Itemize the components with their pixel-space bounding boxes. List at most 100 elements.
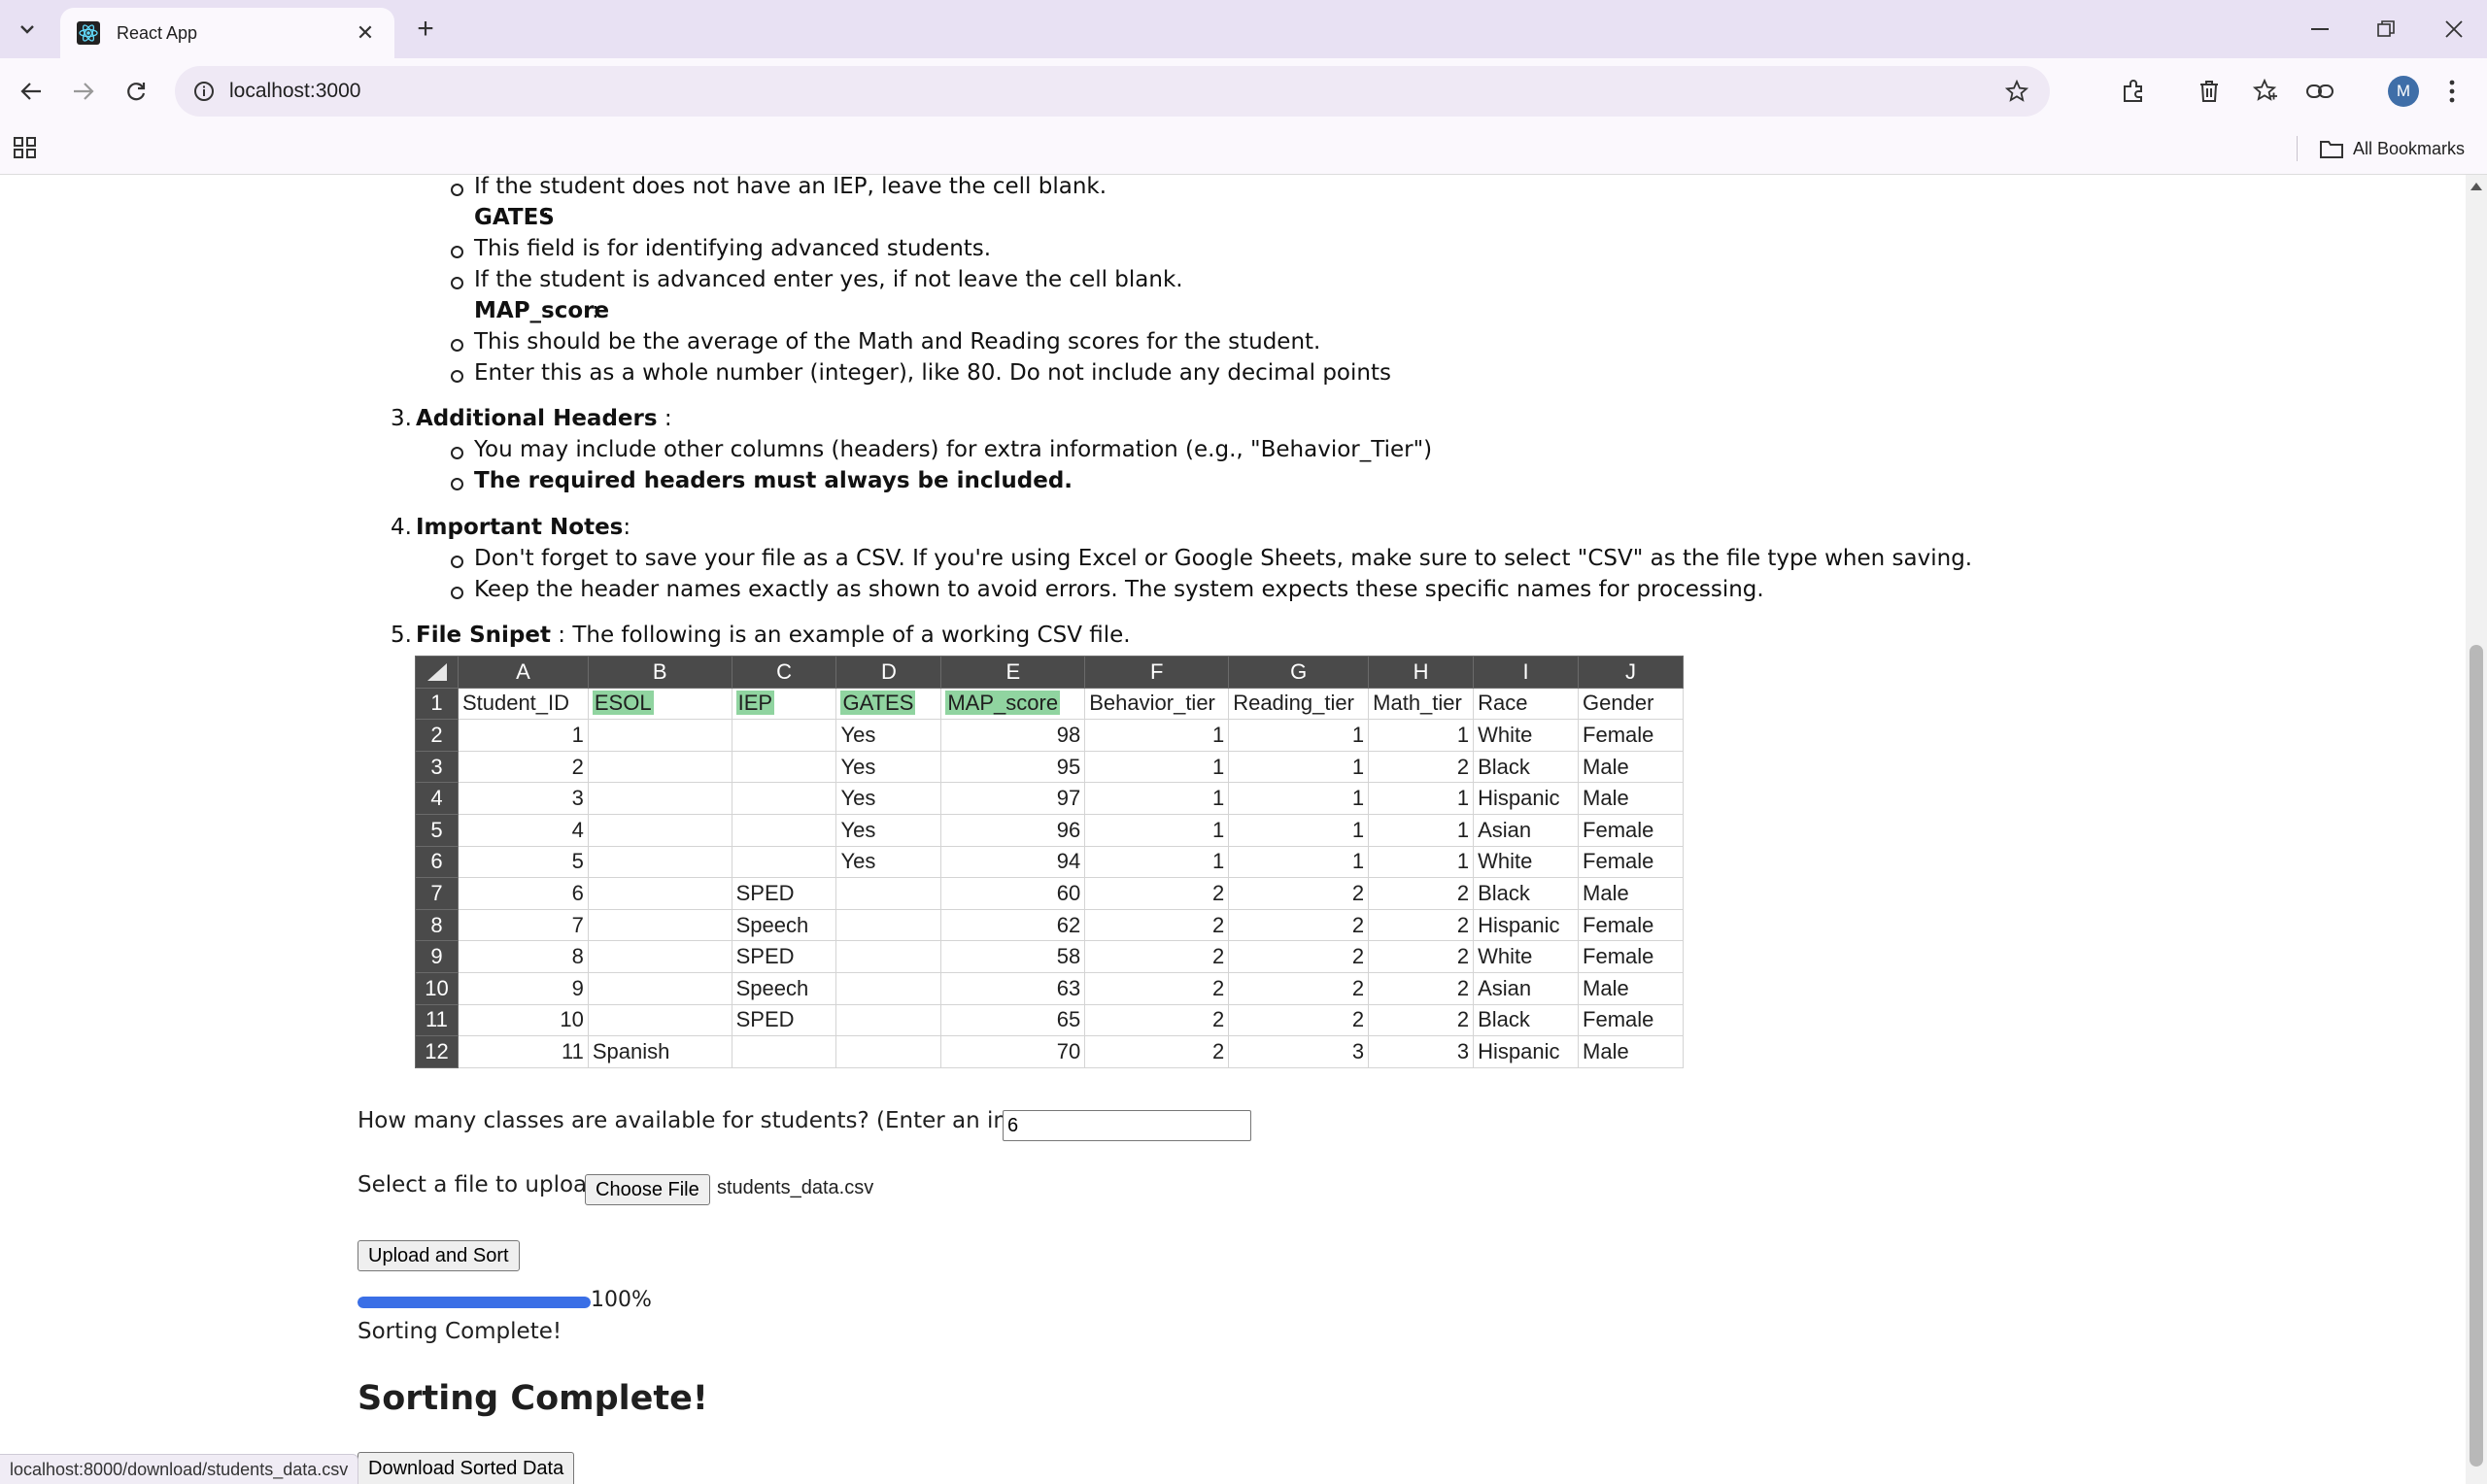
link-icon[interactable] (2300, 72, 2339, 111)
map-item-2: Enter this as a whole number (integer), … (474, 360, 1391, 386)
sheet-cell (835, 940, 942, 973)
sheet-cell: White (1473, 940, 1580, 973)
react-logo-icon (76, 20, 101, 46)
sheet-cell: 2 (1368, 971, 1475, 1005)
sheet-cell (731, 1035, 837, 1068)
csv-example-sheet: A B C D E F G H I J 1 Student_ID ESOL IEP GATES MAP_sco… (415, 656, 1684, 1068)
all-bookmarks-label: All Bookmarks (2353, 138, 2466, 158)
upload-and-sort-button[interactable]: Upload and Sort (358, 1240, 520, 1271)
favorites-icon[interactable] (2246, 72, 2285, 111)
sheet-cell: Spanish (587, 1035, 732, 1068)
section5-number: 5. (391, 623, 412, 648)
section3-item-1: You may include other columns (headers) … (474, 437, 1433, 462)
sheet-cell: 1 (1084, 750, 1230, 784)
row-number: 5 (415, 813, 459, 847)
browser-titlebar: React App ✕ + (0, 0, 2487, 58)
sheet-cell: 10 (457, 1003, 589, 1037)
sheet-cell (587, 908, 732, 942)
minimize-button[interactable] (2291, 10, 2349, 49)
delete-icon[interactable] (2190, 72, 2229, 111)
sheet-cell: 1 (1368, 782, 1475, 815)
sheet-cell: 2 (1368, 750, 1475, 784)
sheet-header-cell: Student_ID (457, 687, 589, 721)
sheet-cell: 2 (1368, 908, 1475, 942)
progress-bar (358, 1297, 591, 1308)
sheet-cell: Hispanic (1473, 782, 1580, 815)
sheet-cell: 1 (1084, 719, 1230, 752)
scroll-up-arrow-icon[interactable] (2470, 183, 2482, 190)
sheet-cell: 8 (457, 940, 589, 973)
sheet-cell (587, 971, 732, 1005)
address-bar[interactable]: localhost:3000 (175, 66, 2050, 117)
browser-toolbar: localhost:3000 (0, 58, 2487, 124)
column-header: E (940, 656, 1086, 689)
sheet-cell: 2 (1084, 908, 1230, 942)
sheet-cell: Asian (1473, 813, 1580, 847)
sheet-cell: 1 (1228, 750, 1370, 784)
sheet-cell: White (1473, 719, 1580, 752)
sheet-cell: 63 (940, 971, 1086, 1005)
classes-count-input[interactable] (1003, 1110, 1251, 1141)
close-window-button[interactable] (2425, 10, 2483, 49)
sheet-cell (731, 750, 837, 784)
restore-button[interactable] (2357, 10, 2415, 49)
profile-avatar[interactable]: M (2388, 76, 2419, 107)
sheet-cell: 98 (940, 719, 1086, 752)
sheet-cell (587, 813, 732, 847)
sheet-cell: 3 (1228, 1035, 1370, 1068)
table-row: 12 11 Spanish 70 2 3 3 Hispanic Male (415, 1035, 1684, 1068)
iep-blank-note: If the student does not have an IEP, lea… (474, 175, 1107, 199)
tab-search-button[interactable] (10, 14, 45, 45)
sheet-cell (587, 1003, 732, 1037)
extensions-icon[interactable] (2114, 72, 2153, 111)
column-header: B (587, 656, 732, 689)
sheet-cell: Male (1578, 782, 1684, 815)
new-tab-button[interactable]: + (408, 13, 443, 45)
sheet-cell (835, 971, 942, 1005)
sheet-cell: 2 (1368, 877, 1475, 910)
sheet-cell: Yes (835, 719, 942, 752)
sheet-cell: Male (1578, 877, 1684, 910)
back-button[interactable] (12, 72, 51, 111)
sheet-cell: 60 (940, 877, 1086, 910)
page-scrollbar[interactable] (2466, 175, 2487, 1484)
map-item-1: This should be the average of the Math a… (474, 329, 1321, 354)
sheet-cell (731, 782, 837, 815)
row-number: 3 (415, 750, 459, 784)
list-bullet (451, 478, 463, 490)
sheet-cell (587, 877, 732, 910)
forward-button[interactable] (64, 72, 103, 111)
arrow-left-icon (20, 83, 41, 100)
browser-tab[interactable]: React App ✕ (60, 8, 394, 58)
sheet-cell: 2 (1084, 940, 1230, 973)
download-sorted-data-button[interactable]: Download Sorted Data (358, 1452, 575, 1484)
tab-close-icon[interactable]: ✕ (352, 19, 379, 47)
sheet-cell (587, 750, 732, 784)
apps-grid-icon[interactable] (14, 136, 45, 163)
section4-title: Important Notes (416, 515, 624, 540)
sheet-cell: Yes (835, 813, 942, 847)
site-info-icon[interactable] (188, 76, 220, 107)
sheet-cell: 1 (1368, 719, 1475, 752)
choose-file-button[interactable]: Choose File (585, 1174, 710, 1205)
sheet-cell: Speech (731, 971, 837, 1005)
sheet-cell: 1 (1084, 813, 1230, 847)
all-bookmarks-button[interactable]: All Bookmarks (2320, 134, 2465, 163)
sheet-cell: 2 (1368, 1003, 1475, 1037)
classes-label: How many classes are available for stude… (358, 1108, 1076, 1133)
sheet-cell: Asian (1473, 971, 1580, 1005)
menu-kebab-icon[interactable] (2433, 72, 2471, 111)
arrow-right-icon (74, 83, 94, 100)
sheet-cell: 7 (457, 908, 589, 942)
section4-heading: Important Notes: (416, 515, 630, 540)
sorting-complete-heading: Sorting Complete! (358, 1379, 708, 1418)
sheet-header-cell: MAP_score (940, 687, 1086, 721)
sheet-header-text: GATES (840, 691, 916, 716)
bookmark-star-icon[interactable] (2001, 76, 2032, 107)
sheet-cell: 6 (457, 877, 589, 910)
list-bullet (451, 556, 463, 568)
sheet-cell: Black (1473, 750, 1580, 784)
sheet-cell (587, 719, 732, 752)
reload-button[interactable] (117, 72, 155, 111)
scrollbar-thumb[interactable] (2470, 645, 2483, 1467)
